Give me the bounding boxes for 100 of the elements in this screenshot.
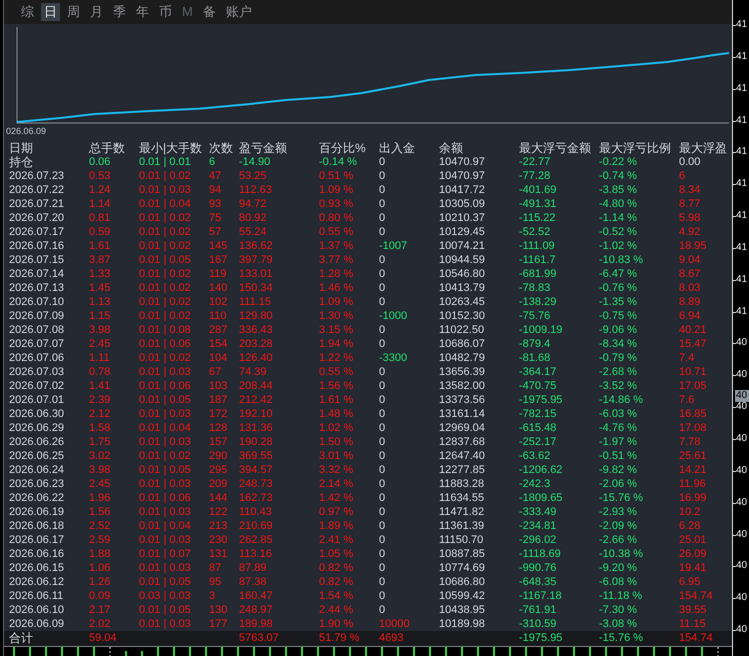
date-label: 2026.06.24 [9, 463, 64, 477]
period-tab[interactable]: 币 [156, 3, 175, 21]
total-lots-value: 2.52 [89, 519, 110, 533]
chart-date-label: 026.06.09 [5, 125, 46, 137]
total-lots-value: 1.13 [89, 295, 110, 309]
profit-value: 203.28 [239, 337, 273, 351]
period-tab[interactable]: 月 [87, 3, 106, 21]
date-label: 2026.07.10 [9, 295, 64, 309]
trade-count: 167 [209, 253, 228, 267]
max-floating-loss-value: -990.76 [519, 561, 556, 575]
cash-flow-value: 0 [379, 197, 386, 211]
max-floating-loss-percent: -8.34 % [599, 337, 637, 351]
profit-value: 131.36 [239, 421, 273, 435]
max-floating-loss-percent: -6.47 % [599, 267, 637, 281]
balance-value: 10482.79 [439, 351, 485, 365]
balance-value: 11471.82 [439, 505, 484, 519]
price-tick-label: 40 [736, 401, 748, 414]
cash-flow-value: 0 [379, 365, 386, 379]
trade-count: 75 [209, 211, 222, 225]
percent-value: 1.37 % [319, 239, 354, 253]
lot-range-value: 0.01 | 0.03 [139, 505, 191, 519]
price-tick-label: 41 [736, 19, 748, 31]
total-lots-value: 3.98 [89, 463, 110, 477]
percent-value: 0.93 % [319, 197, 354, 211]
max-floating-loss-value: -681.99 [519, 267, 556, 281]
percent-value: 1.28 % [319, 267, 354, 281]
trade-count: 157 [209, 435, 228, 449]
total-lots-value: 0.81 [89, 211, 110, 225]
total-lots-value: 3.02 [89, 449, 110, 463]
cash-flow-value: 0 [379, 393, 386, 407]
balance-value: 11361.39 [439, 519, 484, 533]
percent-value: 2.44 % [319, 603, 354, 617]
cash-flow-value: 0 [379, 323, 386, 337]
lot-range-value: 0.01 | 0.02 [139, 309, 191, 323]
trade-count: 67 [209, 365, 222, 379]
max-floating-profit-value: 16.85 [679, 407, 707, 421]
date-label: 2026.07.09 [9, 309, 64, 323]
max-floating-loss-percent: -1.35 % [599, 295, 637, 309]
lot-range-value: 0.01 | 0.03 [139, 561, 191, 575]
date-label: 2026.06.12 [9, 575, 64, 589]
profit-value: -14.90 [239, 155, 270, 169]
balance-value: 10470.97 [439, 155, 485, 169]
profit-value: 110.43 [239, 505, 272, 519]
cash-flow-value: 0 [379, 533, 386, 547]
total-lots-value: 1.24 [89, 183, 110, 197]
max-floating-loss-percent: -6.08 % [599, 575, 637, 589]
max-floating-loss-value: -252.17 [519, 435, 556, 449]
balance-value: 10189.98 [439, 617, 485, 631]
cash-flow-value: 0 [379, 281, 386, 295]
total-lots-value: 1.88 [89, 547, 110, 561]
total-lots-value: 2.02 [89, 617, 110, 631]
max-floating-loss-percent: -4.76 % [599, 421, 637, 435]
period-tab[interactable]: 季 [110, 3, 129, 21]
period-tab[interactable]: 年 [133, 3, 152, 21]
total-lots-value: 2.45 [89, 337, 110, 351]
total-lots-value: 1.06 [89, 561, 110, 575]
max-floating-loss-percent: -0.22 % [599, 155, 637, 169]
price-tick-label: 41 [736, 242, 748, 254]
cash-flow-value: 0 [379, 295, 386, 309]
trade-count: 110 [209, 309, 227, 323]
max-floating-loss-percent: -7.30 % [599, 603, 637, 617]
lot-range-value: 0.01 | 0.03 [139, 617, 191, 631]
period-tab[interactable]: 日 [41, 3, 60, 21]
max-floating-profit-value: 14.21 [679, 463, 707, 477]
max-floating-loss-value: -615.48 [519, 421, 556, 435]
max-floating-profit-value: 154.74 [679, 631, 713, 646]
trade-count: 177 [209, 617, 228, 631]
max-floating-profit-value: 6.28 [679, 519, 700, 533]
max-floating-profit-value: 10.2 [679, 505, 700, 519]
max-floating-profit-value: 8.77 [679, 197, 700, 211]
max-floating-loss-percent: -0.76 % [599, 281, 637, 295]
cash-flow-value: 0 [379, 253, 386, 267]
cash-flow-value: 0 [379, 225, 386, 239]
period-tab[interactable]: 账户 [222, 3, 255, 21]
profit-value: 111.15 [239, 295, 272, 309]
max-floating-loss-value: -234.81 [519, 519, 556, 533]
max-floating-profit-value: 7.78 [679, 435, 700, 449]
max-floating-profit-value: 5.98 [679, 211, 700, 225]
date-label: 2026.06.23 [9, 477, 64, 491]
period-tab[interactable]: 综 [18, 3, 37, 21]
trade-count: 3 [209, 589, 216, 603]
cash-flow-value: 0 [379, 547, 386, 561]
period-tab[interactable]: 备 [200, 3, 219, 21]
max-floating-loss-value: -879.4 [519, 337, 550, 351]
lot-range-value: 0.03 | 0.03 [139, 589, 191, 603]
price-tick-label: 41 [736, 146, 748, 158]
price-tick-label: 41 [736, 114, 748, 127]
max-floating-loss-percent: -9.20 % [599, 561, 637, 575]
trade-count: 172 [209, 407, 228, 421]
column-header: 最大浮盈 [679, 141, 727, 155]
balance-value: 10546.80 [439, 267, 485, 281]
percent-value: 1.42 % [319, 491, 354, 505]
max-floating-loss-value: -78.83 [519, 281, 550, 295]
lot-range-value: 0.01 | 0.02 [139, 295, 191, 309]
trade-count: 94 [209, 183, 222, 197]
trade-count: 290 [209, 449, 228, 463]
percent-value: 1.50 % [319, 435, 354, 449]
period-tab[interactable]: 周 [64, 3, 83, 21]
trade-count: 295 [209, 463, 228, 477]
cash-flow-value: 0 [379, 169, 386, 183]
